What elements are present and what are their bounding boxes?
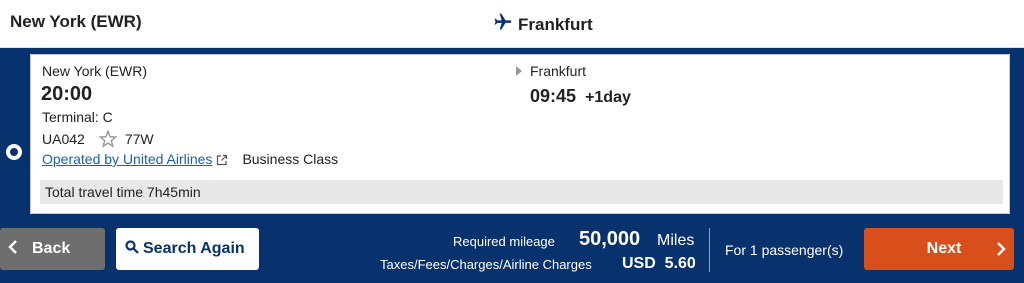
arrival-city: Frankfurt [530, 63, 587, 79]
arrival-time-row: 09:45 +1day [530, 86, 631, 107]
flight-select-radio[interactable] [6, 144, 22, 160]
cabin-class: Business Class [242, 151, 339, 167]
next-button[interactable]: Next [864, 228, 1014, 270]
search-again-label: Search Again [143, 240, 245, 257]
search-icon [125, 239, 139, 259]
operated-by-link[interactable]: Operated by United Airlines [42, 151, 212, 167]
external-link-icon[interactable] [216, 153, 228, 166]
passenger-count: For 1 passenger(s) [725, 242, 844, 258]
arrival-time: 09:45 [530, 86, 577, 106]
chevron-left-icon [8, 239, 18, 259]
departure-city: New York (EWR) [42, 63, 148, 79]
total-travel-time: Total travel time 7h45min [40, 180, 1003, 204]
mileage-value: 50,000 [579, 228, 641, 250]
tax-value: USD 5.60 [622, 255, 696, 272]
destination-label: Frankfurt [518, 14, 593, 34]
back-button[interactable]: Back [0, 228, 105, 270]
origin-city: New York (EWR) [10, 12, 142, 31]
chevron-right-icon [997, 242, 1006, 256]
operator-row: Operated by United Airlines Business Cla… [42, 151, 338, 167]
flight-number: UA042 [42, 131, 85, 147]
footer-divider [709, 228, 710, 272]
destination-city: Frankfurt [493, 12, 593, 37]
mileage-unit: Miles [657, 232, 695, 249]
mileage-label: Required mileage [453, 234, 555, 249]
tax-label: Taxes/Fees/Charges/Airline Charges [380, 257, 592, 272]
back-label: Back [32, 240, 71, 257]
route-header: New York (EWR) Frankfurt [0, 0, 1024, 48]
arrival-city-row: Frankfurt [516, 63, 586, 79]
aircraft-type: 77W [124, 131, 154, 147]
flight-info-row: UA042 77W [42, 129, 154, 148]
departure-time: 20:00 [41, 83, 93, 105]
arrow-right-icon [516, 66, 522, 76]
next-label: Next [926, 240, 962, 257]
star-alliance-icon [98, 129, 118, 148]
departure-terminal: Terminal: C [42, 109, 113, 125]
search-again-button[interactable]: Search Again [116, 228, 259, 270]
plane-icon [493, 12, 513, 37]
day-offset: +1day [585, 89, 631, 106]
